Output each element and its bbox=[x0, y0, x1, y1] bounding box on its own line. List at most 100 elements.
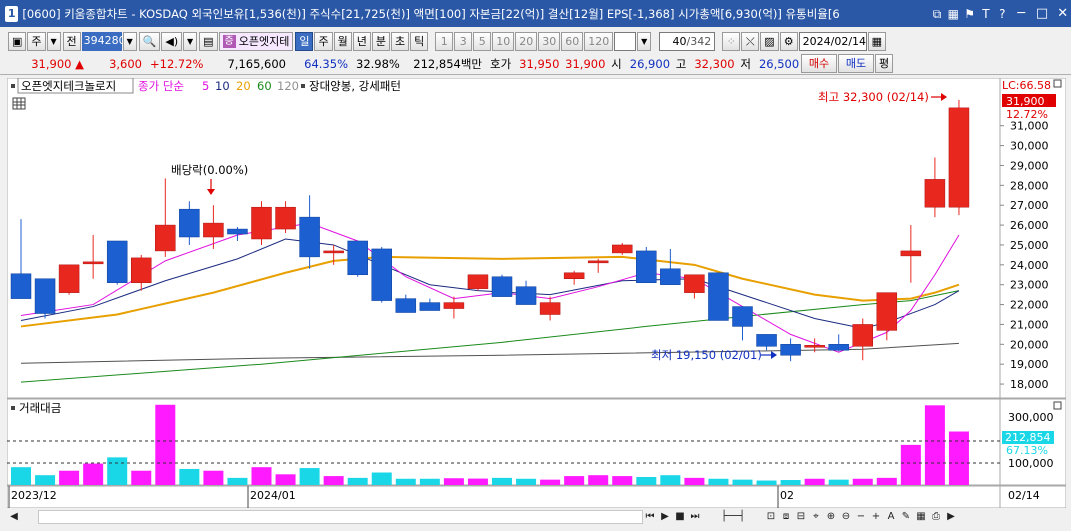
interval-3[interactable]: 3 bbox=[454, 31, 473, 51]
count-total: /342 bbox=[686, 34, 712, 48]
vol-panel-max-icon[interactable] bbox=[1053, 401, 1062, 410]
x-tick-label: 2023/12 bbox=[11, 489, 57, 502]
interval-10[interactable]: 10 bbox=[492, 31, 515, 51]
grid-icon[interactable]: ▦ bbox=[947, 6, 960, 22]
last-icon[interactable]: ⏭ bbox=[688, 510, 702, 524]
period-week[interactable]: 주 bbox=[314, 31, 333, 51]
candle-body bbox=[82, 261, 104, 265]
y-tick-label: 21,000 bbox=[1010, 318, 1049, 331]
interval-120[interactable]: 120 bbox=[584, 31, 614, 51]
ma-legend-120: 120 bbox=[277, 79, 299, 93]
interval-input[interactable] bbox=[614, 31, 637, 51]
minus-icon[interactable]: − bbox=[854, 510, 868, 524]
chart-type-icon[interactable]: ⧈ bbox=[779, 510, 793, 524]
settings-icon[interactable]: ⚙ bbox=[779, 31, 798, 51]
y-tick-label: 20,000 bbox=[1010, 338, 1049, 351]
print-icon[interactable]: ⎙ bbox=[929, 510, 943, 524]
candle-body bbox=[900, 250, 922, 257]
zoom-in-icon[interactable]: ⊕ bbox=[824, 510, 838, 524]
maximize-icon[interactable]: □ bbox=[1034, 4, 1051, 24]
period-minute[interactable]: 분 bbox=[371, 31, 390, 51]
speaker-dropdown-icon[interactable]: ▼ bbox=[183, 31, 198, 51]
period-month[interactable]: 월 bbox=[333, 31, 352, 51]
interval-60[interactable]: 60 bbox=[561, 31, 584, 51]
period-second[interactable]: 초 bbox=[390, 31, 410, 51]
y-tick-label: 29,000 bbox=[1010, 159, 1049, 172]
candle-body bbox=[203, 222, 224, 238]
date-input[interactable]: 2024/02/14 bbox=[798, 31, 867, 51]
code-dropdown-icon[interactable]: ▼ bbox=[122, 31, 137, 51]
stock-chart[interactable]: 31,000 30,000 29,000 28,000 27,000 26,000 25,0… bbox=[7, 78, 1066, 508]
candle-body bbox=[131, 257, 152, 283]
font-icon[interactable]: T bbox=[979, 6, 992, 22]
high-annotation: 최고 32,300 (02/14) bbox=[818, 90, 929, 104]
period-tick[interactable]: 틱 bbox=[410, 31, 429, 51]
pin-icon[interactable]: ⚑ bbox=[963, 6, 976, 22]
zoom-fit-icon[interactable]: ⊡ bbox=[764, 510, 778, 524]
volume-bar bbox=[11, 467, 31, 485]
speaker-icon[interactable]: ◀) bbox=[161, 31, 183, 51]
play-icon[interactable]: ▶ bbox=[658, 510, 672, 524]
help-icon[interactable]: ? bbox=[996, 6, 1009, 22]
layout-icon[interactable]: ▣ bbox=[8, 31, 27, 51]
text-icon[interactable]: A bbox=[884, 510, 898, 524]
candle-body bbox=[10, 273, 32, 299]
low-price: 26,500 bbox=[758, 56, 800, 71]
candle-body bbox=[155, 224, 176, 252]
split-icon[interactable]: ⊟ bbox=[794, 510, 808, 524]
table-icon[interactable] bbox=[12, 97, 26, 110]
restore-icon[interactable]: ⧉ bbox=[930, 6, 943, 22]
chevron-down-icon[interactable]: ▼ bbox=[46, 31, 61, 51]
interval-5[interactable]: 5 bbox=[473, 31, 492, 51]
stock-name[interactable]: 증 오픈엣지테 bbox=[218, 31, 294, 51]
scroll-left-icon[interactable]: ◀ bbox=[7, 510, 21, 524]
volume-bar bbox=[660, 475, 681, 485]
grid-toggle-icon[interactable]: ▦ bbox=[914, 510, 928, 524]
candle-body bbox=[106, 240, 128, 283]
calendar-icon[interactable]: ▦ bbox=[867, 31, 887, 51]
prev-button[interactable]: 전 bbox=[62, 31, 81, 51]
window-title: [0600] 키움종합차트 - KOSDAQ 외국인보유[1,536(천)] 주… bbox=[22, 6, 840, 21]
sell-button[interactable]: 매도 bbox=[837, 54, 874, 73]
buy-button[interactable]: 매수 bbox=[800, 54, 837, 73]
chart-area[interactable]: 31,000 30,000 29,000 28,000 27,000 26,000 25,0… bbox=[7, 78, 1066, 508]
save-icon[interactable]: ▨ bbox=[760, 31, 779, 51]
draw-icon[interactable]: ✎ bbox=[899, 510, 913, 524]
scroll-right-icon[interactable]: ▶ bbox=[944, 510, 958, 524]
candle-body bbox=[756, 334, 777, 347]
period-day[interactable]: 일 bbox=[295, 31, 314, 51]
first-icon[interactable]: ⏮ bbox=[643, 510, 657, 524]
x-tick-label: 02 bbox=[780, 489, 794, 502]
close-icon[interactable]: ✕ bbox=[1054, 4, 1071, 24]
crosshair-icon[interactable]: ⌖ bbox=[809, 510, 823, 524]
last-price-label: 31,900 bbox=[1006, 95, 1045, 108]
volume-bar bbox=[732, 479, 753, 485]
candle-body bbox=[179, 208, 200, 238]
stock-code-input[interactable]: 394280 bbox=[81, 31, 126, 51]
volume-bar bbox=[371, 472, 392, 485]
plus-icon[interactable]: + bbox=[869, 510, 883, 524]
stock-name-legend: 오픈엣지테크놀로지 bbox=[21, 79, 116, 93]
scatter-icon[interactable]: ⁘ bbox=[722, 31, 741, 51]
search-icon[interactable]: 🔍 bbox=[138, 31, 161, 51]
stop-icon[interactable]: ■ bbox=[673, 510, 687, 524]
minimize-icon[interactable]: ─ bbox=[1013, 4, 1030, 24]
interval-20[interactable]: 20 bbox=[515, 31, 538, 51]
type-selector[interactable]: 주 bbox=[27, 31, 46, 51]
period-year[interactable]: 년 bbox=[352, 31, 371, 51]
list-icon[interactable]: ▤ bbox=[199, 31, 218, 51]
legend-marker bbox=[11, 84, 15, 88]
interval-dropdown-icon[interactable]: ▼ bbox=[637, 31, 652, 51]
trend-icon[interactable]: ⤬ bbox=[741, 31, 760, 51]
zoom-out-icon[interactable]: ⊖ bbox=[839, 510, 853, 524]
horizontal-scrollbar[interactable] bbox=[38, 510, 643, 524]
count-field[interactable]: 40/342 bbox=[659, 31, 716, 51]
interval-30[interactable]: 30 bbox=[538, 31, 561, 51]
speed-slider[interactable]: ├──┤ bbox=[703, 510, 763, 524]
average-button[interactable]: 평 bbox=[874, 54, 894, 73]
candle-body bbox=[660, 268, 681, 285]
volume-bar bbox=[708, 478, 729, 485]
interval-1[interactable]: 1 bbox=[435, 31, 454, 51]
panel-max-icon[interactable] bbox=[1053, 79, 1062, 88]
up-arrow-icon: ▲ bbox=[75, 56, 84, 71]
